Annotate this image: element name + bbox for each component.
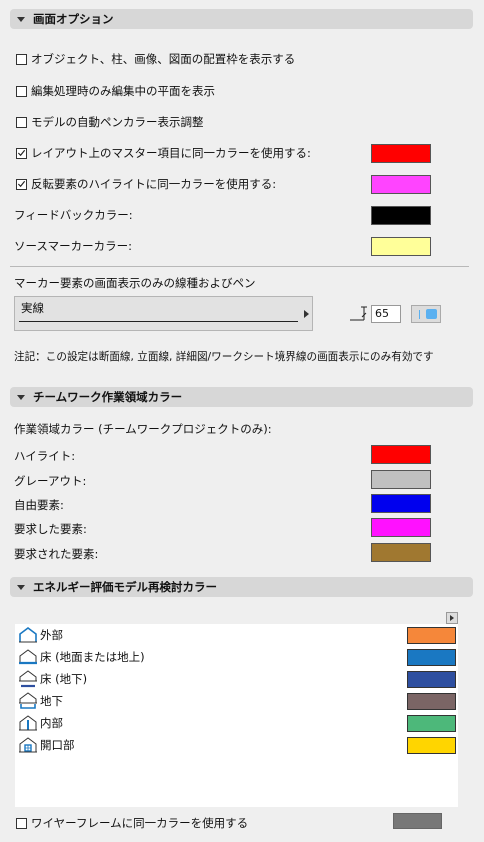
- energy-label: 外部: [40, 628, 63, 642]
- house-opening-icon: [19, 737, 37, 753]
- teamwork-swatch-was-requested[interactable]: [371, 543, 431, 562]
- arrow-right-icon: [450, 615, 454, 621]
- source-marker-color-label: ソースマーカーカラー:: [14, 239, 132, 253]
- teamwork-swatch-grayout[interactable]: [371, 470, 431, 489]
- divider: [10, 266, 469, 267]
- energy-label: 床 (地面または地上): [40, 650, 145, 664]
- energy-row-interior[interactable]: 内部: [18, 714, 63, 732]
- line-preview: [19, 321, 298, 322]
- teamwork-label-was-requested: 要求された要素:: [14, 547, 99, 561]
- checkbox-label: 反転要素のハイライトに同一カラーを使用する:: [31, 177, 277, 191]
- pen-color-button[interactable]: [411, 305, 441, 323]
- checkmark-icon: [17, 149, 26, 157]
- energy-label: 開口部: [40, 738, 75, 752]
- teamwork-heading: 作業領域カラー (チームワークプロジェクトのみ):: [14, 422, 272, 436]
- collapse-triangle-icon: [17, 584, 25, 590]
- checkbox-label: 編集処理時のみ編集中の平面を表示: [31, 84, 215, 98]
- energy-swatch-external[interactable]: [407, 627, 456, 644]
- master-color-swatch[interactable]: [371, 144, 431, 163]
- teamwork-swatch-free[interactable]: [371, 494, 431, 513]
- house-underground-icon: [19, 692, 37, 709]
- expand-list-button[interactable]: [446, 612, 458, 624]
- checkmark-icon: [17, 180, 26, 188]
- feedback-color-swatch[interactable]: [371, 206, 431, 225]
- pen-number-input[interactable]: 65: [371, 305, 401, 323]
- checkbox-checked[interactable]: [16, 178, 27, 190]
- checkbox-row-master-color[interactable]: レイアウト上のマスター項目に同一カラーを使用する:: [16, 145, 311, 161]
- energy-label: 地下: [40, 694, 63, 708]
- checkbox-label: オブジェクト、柱、画像、図面の配置枠を表示する: [31, 52, 296, 66]
- checkbox-label: レイアウト上のマスター項目に同一カラーを使用する:: [31, 146, 311, 160]
- checkbox-row-auto-pen[interactable]: モデルの自動ペンカラー表示調整: [16, 114, 204, 130]
- note-text: 注記：この設定は断面線, 立面線, 詳細図/ワークシート境界線の画面表示にのみ有…: [14, 351, 434, 363]
- energy-swatch-interior[interactable]: [407, 715, 456, 732]
- teamwork-label-free: 自由要素:: [14, 498, 64, 512]
- section-title: チームワーク作業領域カラー: [33, 390, 183, 404]
- energy-row-external[interactable]: 外部: [18, 626, 63, 644]
- teamwork-label-requested: 要求した要素:: [14, 522, 87, 536]
- energy-swatch-underground[interactable]: [407, 693, 456, 710]
- collapse-triangle-icon: [17, 16, 25, 22]
- highlight-color-swatch[interactable]: [371, 175, 431, 194]
- expand-arrow-icon: [304, 310, 309, 318]
- checkbox[interactable]: [16, 53, 27, 65]
- house-outline-icon: [19, 627, 37, 643]
- marker-line-pen-title: マーカー要素の画面表示のみの線種およびペン: [14, 276, 256, 290]
- collapse-triangle-icon: [17, 394, 25, 400]
- checkbox[interactable]: [16, 85, 27, 97]
- wireframe-color-swatch[interactable]: [393, 813, 442, 829]
- pen-icon: [350, 306, 367, 321]
- teamwork-swatch-requested[interactable]: [371, 518, 431, 537]
- teamwork-label-highlight: ハイライト:: [14, 449, 76, 463]
- section-header-teamwork[interactable]: チームワーク作業領域カラー: [10, 387, 473, 407]
- checkbox-checked[interactable]: [16, 147, 27, 159]
- checkbox-label: ワイヤーフレームに同一カラーを使用する: [31, 816, 249, 830]
- checkbox[interactable]: [16, 116, 27, 128]
- energy-row-floor-underground[interactable]: 床 (地下): [18, 670, 87, 688]
- line-type-name: 実線: [21, 301, 44, 315]
- energy-row-floor-ground[interactable]: 床 (地面または地上): [18, 648, 145, 666]
- checkbox-row-highlight-color[interactable]: 反転要素のハイライトに同一カラーを使用する:: [16, 176, 276, 192]
- checkbox-row-edit-plane[interactable]: 編集処理時のみ編集中の平面を表示: [16, 83, 215, 99]
- house-underground-floor-icon: [19, 670, 37, 688]
- section-title: 画面オプション: [33, 12, 114, 26]
- energy-label: 内部: [40, 716, 63, 730]
- feedback-color-label: フィードバックカラー:: [14, 208, 133, 222]
- section-header-energy[interactable]: エネルギー評価モデル再検討カラー: [10, 577, 473, 597]
- pen-bar-icon: [419, 310, 420, 319]
- checkbox-row-bounding-boxes[interactable]: オブジェクト、柱、画像、図面の配置枠を表示する: [16, 51, 295, 67]
- energy-swatch-opening[interactable]: [407, 737, 456, 754]
- energy-row-underground[interactable]: 地下: [18, 692, 63, 710]
- section-header-display-options[interactable]: 画面オプション: [10, 9, 473, 29]
- checkbox[interactable]: [16, 817, 27, 829]
- checkbox-label: モデルの自動ペンカラー表示調整: [31, 115, 204, 129]
- energy-row-opening[interactable]: 開口部: [18, 736, 75, 754]
- energy-swatch-floor-underground[interactable]: [407, 671, 456, 688]
- checkbox-row-wireframe[interactable]: ワイヤーフレームに同一カラーを使用する: [16, 815, 248, 831]
- house-interior-icon: [19, 715, 37, 731]
- teamwork-swatch-highlight[interactable]: [371, 445, 431, 464]
- pen-color-chip: [426, 309, 437, 319]
- section-title: エネルギー評価モデル再検討カラー: [33, 580, 217, 594]
- line-type-selector[interactable]: 実線: [14, 296, 313, 331]
- house-floor-icon: [19, 649, 37, 665]
- energy-label: 床 (地下): [40, 672, 88, 686]
- source-marker-color-swatch[interactable]: [371, 237, 431, 256]
- teamwork-label-grayout: グレーアウト:: [14, 474, 87, 488]
- energy-swatch-floor-ground[interactable]: [407, 649, 456, 666]
